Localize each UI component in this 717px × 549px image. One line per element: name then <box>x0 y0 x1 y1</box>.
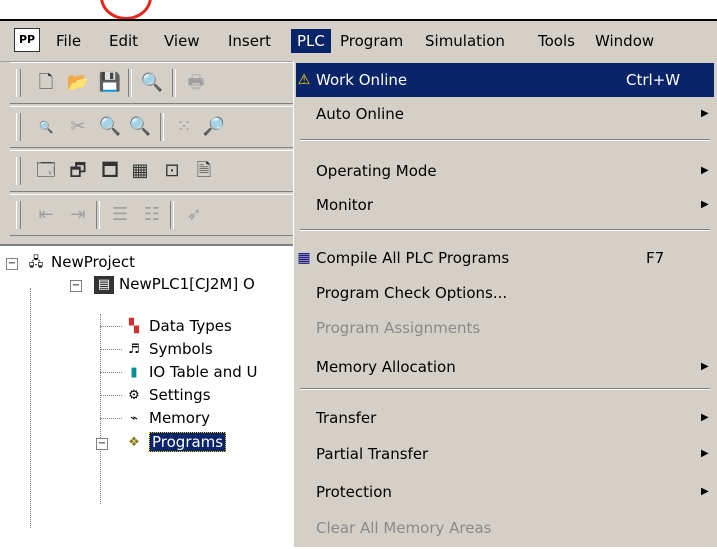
menu-item-work-online[interactable]: ⚠ Work Online Ctrl+W <box>296 63 714 97</box>
zoom-out-icon[interactable]: 🔍 <box>128 115 152 139</box>
menu-separator <box>300 388 710 390</box>
data-types-icon: ▚ <box>129 318 139 334</box>
collapse-toggle[interactable]: − <box>70 280 82 292</box>
io-window-icon[interactable]: ⊡ <box>160 159 184 183</box>
cross-ref-icon[interactable]: ✂ <box>66 115 90 139</box>
menu-item-clear-memory[interactable]: Clear All Memory Areas <box>296 511 714 545</box>
tree-line <box>30 288 31 528</box>
tree-item[interactable]: ▚ Data Types <box>124 315 232 337</box>
warning-icon: ⚠ <box>297 72 311 88</box>
app-icon[interactable]: PP <box>14 28 40 52</box>
comment-icon[interactable]: ☰ <box>108 203 132 227</box>
menu-item-partial-transfer[interactable]: Partial Transfer ▶ <box>296 437 714 471</box>
menu-item-compile-all[interactable]: ▦ Compile All PLC Programs F7 <box>296 241 714 275</box>
menu-window[interactable]: Window <box>589 29 660 53</box>
submenu-arrow-icon: ▶ <box>701 412 709 423</box>
tree-item-programs[interactable]: ❖ Programs <box>124 431 227 453</box>
menu-separator <box>300 229 710 231</box>
menu-separator <box>300 139 710 141</box>
plc-dropdown-menu: ⚠ Work Online Ctrl+W Auto Online ▶ Opera… <box>293 61 717 547</box>
project-window-icon[interactable]: 🗔 <box>34 159 58 183</box>
plc-icon: ▤ <box>94 275 114 294</box>
menu-item-transfer[interactable]: Transfer ▶ <box>296 401 714 435</box>
tree-item[interactable]: ⚙ Settings <box>124 384 210 406</box>
menu-item-monitor[interactable]: Monitor ▶ <box>296 188 714 222</box>
submenu-arrow-icon: ▶ <box>701 448 709 459</box>
submenu-arrow-icon: ▶ <box>701 108 709 119</box>
submenu-arrow-icon: ▶ <box>701 361 709 372</box>
tree-plc[interactable]: ▤ NewPLC1[CJ2M] O <box>94 273 255 295</box>
compile-icon: ▦ <box>297 250 311 266</box>
menu-simulation[interactable]: Simulation <box>419 29 511 53</box>
open-folder-icon[interactable]: 📂 <box>66 71 90 95</box>
toolbar-separator <box>172 69 176 97</box>
indent-left-icon[interactable]: ⇤ <box>34 203 58 227</box>
settings-icon: ⚙ <box>128 387 140 403</box>
toolbar-grip[interactable] <box>16 201 21 229</box>
toolbar-grip[interactable] <box>16 157 21 185</box>
submenu-arrow-icon: ▶ <box>701 199 709 210</box>
menu-item-program-assignments[interactable]: Program Assignments <box>296 311 714 345</box>
menu-item-operating-mode[interactable]: Operating Mode ▶ <box>296 154 714 188</box>
collapse-toggle[interactable]: − <box>6 258 18 270</box>
project-tree: − 🖧 NewProject − ▤ NewPLC1[CJ2M] O ▚ Data T… <box>0 244 293 549</box>
pointer-icon[interactable]: ➶ <box>182 203 206 227</box>
menu-program[interactable]: Program <box>334 29 409 53</box>
toolbar-standard: 🗋 📂 💾 🔍 🖶 <box>10 62 293 104</box>
memory-icon: ⌁ <box>130 410 138 426</box>
toolbar-grip[interactable] <box>16 113 21 141</box>
menu-item-protection[interactable]: Protection ▶ <box>296 475 714 509</box>
tree-item[interactable]: ♬ Symbols <box>124 338 213 360</box>
toolbar-separator <box>128 69 132 97</box>
new-file-icon[interactable]: 🗋 <box>34 71 58 95</box>
toolbar-windows: 🗔 🗗 🗖 ▦ ⊡ 🗎 <box>10 150 293 192</box>
toolbar-separator <box>96 201 100 229</box>
find-icon[interactable]: 🔎 <box>202 115 226 139</box>
submenu-arrow-icon: ▶ <box>701 486 709 497</box>
toolbar-separator <box>170 201 174 229</box>
menu-insert[interactable]: Insert <box>222 29 277 53</box>
programs-icon: ❖ <box>128 434 140 450</box>
menu-file[interactable]: File <box>50 29 87 53</box>
zoom-small-icon[interactable]: 🔍 <box>34 115 58 139</box>
io-table-icon: ▮ <box>130 364 138 380</box>
collapse-toggle[interactable]: − <box>96 438 108 450</box>
tree-item[interactable]: ⌁ Memory <box>124 407 210 429</box>
menu-item-check-options[interactable]: Program Check Options... <box>296 276 714 310</box>
toolbar-zoom: 🔍 ✂ 🔍 🔍 ⁙ 🔎 <box>10 106 293 148</box>
toolbar-separator <box>160 113 164 141</box>
tree-line <box>100 314 101 504</box>
menu-bar: PP File Edit View Insert PLC Program Sim… <box>0 21 717 62</box>
uncomment-icon[interactable]: ☷ <box>140 203 164 227</box>
project-icon: 🖧 <box>28 254 44 270</box>
menu-item-memory-allocation[interactable]: Memory Allocation ▶ <box>296 350 714 384</box>
grid-icon[interactable]: ⁙ <box>172 115 196 139</box>
properties-window-icon[interactable]: 🗎 <box>192 159 216 183</box>
watch-window-icon[interactable]: 🗖 <box>98 159 122 183</box>
tree-item[interactable]: ▮ IO Table and U <box>124 361 257 383</box>
save-icon[interactable]: 💾 <box>98 71 122 95</box>
tree-project[interactable]: 🖧 NewProject <box>26 251 135 273</box>
print-icon[interactable]: 🖶 <box>184 71 208 95</box>
menu-view[interactable]: View <box>158 29 206 53</box>
toolbar-grip[interactable] <box>16 69 21 97</box>
zoom-in-icon[interactable]: 🔍 <box>98 115 122 139</box>
menu-plc[interactable]: PLC <box>291 29 331 53</box>
address-window-icon[interactable]: ▦ <box>128 159 152 183</box>
menu-item-auto-online[interactable]: Auto Online ▶ <box>296 97 714 131</box>
toolbar-ladder: ⇤ ⇥ ☰ ☷ ➶ <box>10 194 293 236</box>
menu-edit[interactable]: Edit <box>103 29 144 53</box>
print-preview-icon[interactable]: 🔍 <box>140 71 164 95</box>
output-window-icon[interactable]: 🗗 <box>66 159 90 183</box>
menu-tools[interactable]: Tools <box>532 29 581 53</box>
submenu-arrow-icon: ▶ <box>701 165 709 176</box>
symbols-icon: ♬ <box>128 341 140 357</box>
indent-right-icon[interactable]: ⇥ <box>66 203 90 227</box>
